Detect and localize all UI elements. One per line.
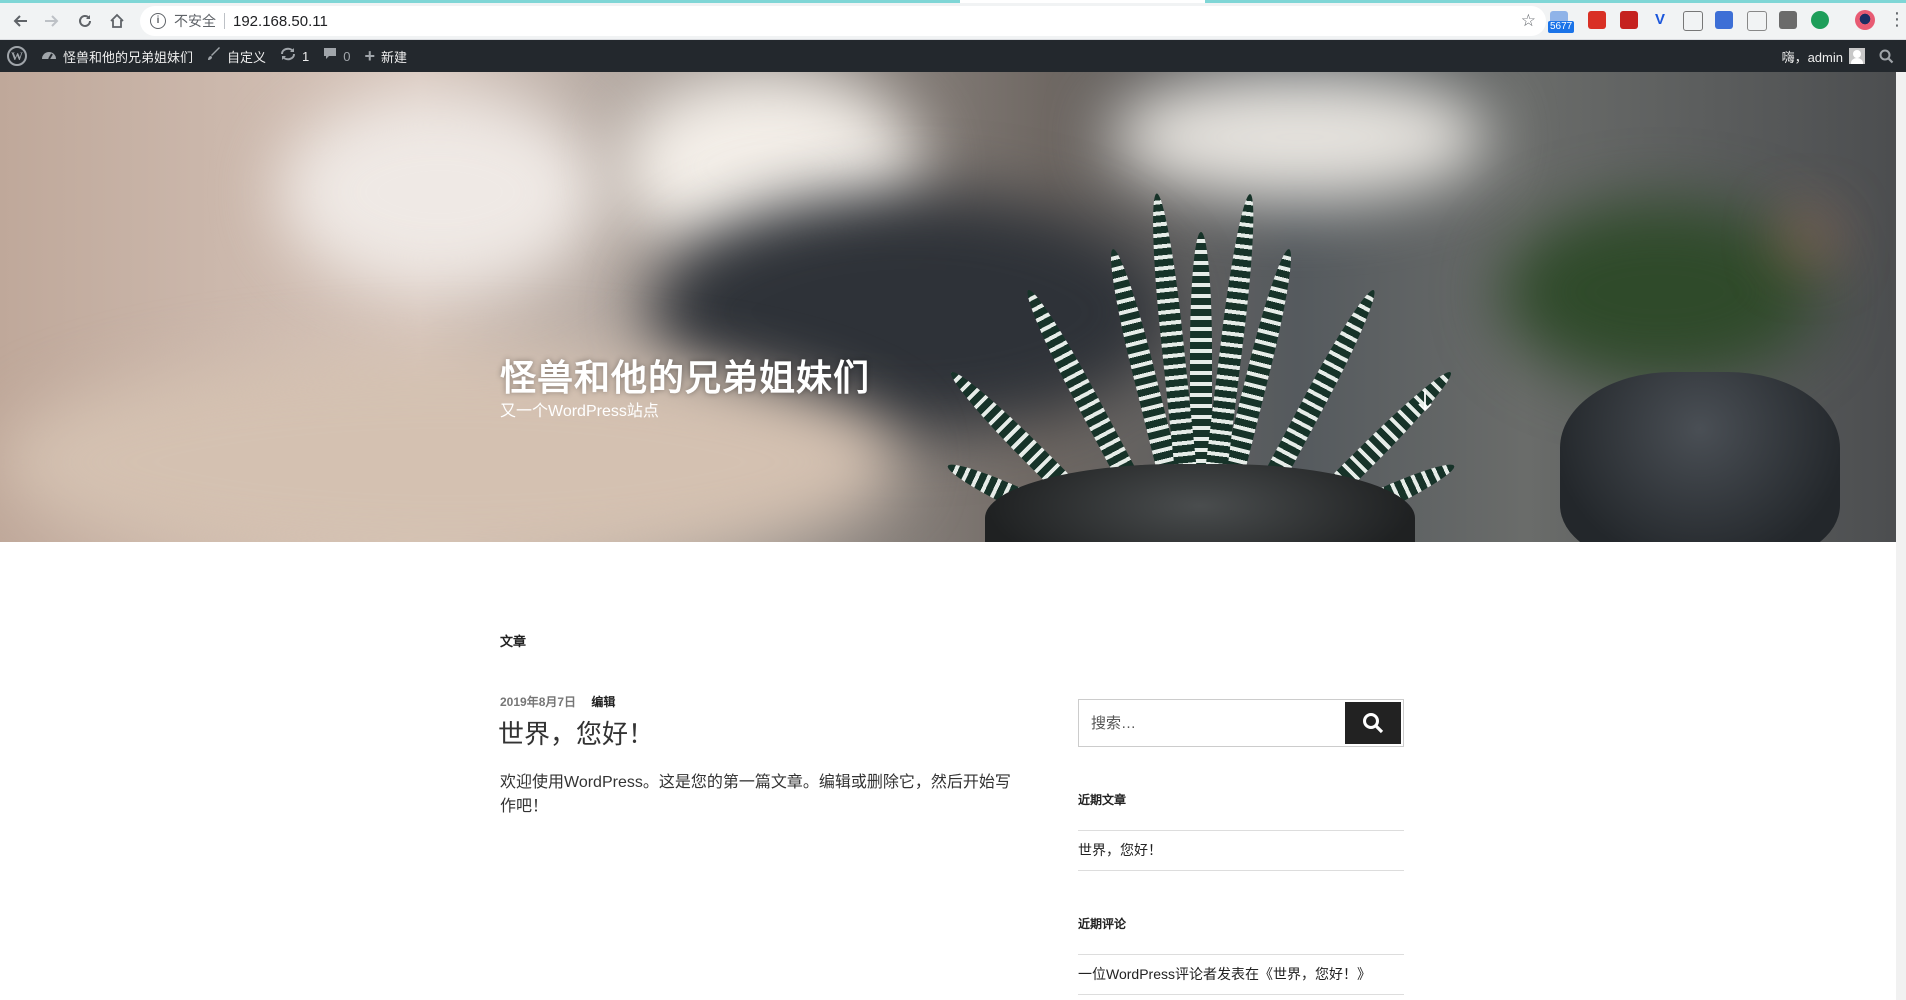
active-tab-indicator <box>960 0 1205 3</box>
background-light-blur <box>1790 222 1824 256</box>
home-icon <box>110 13 124 28</box>
arrow-right-icon <box>45 15 59 27</box>
search-icon <box>1879 49 1894 63</box>
recent-posts-list: 世界，您好！ <box>1078 830 1404 871</box>
updates-link[interactable]: 1 <box>273 40 316 72</box>
comments-count: 0 <box>343 48 351 64</box>
customize-link[interactable]: 自定义 <box>200 40 273 72</box>
customize-label: 自定义 <box>227 49 267 65</box>
wordpress-logo-icon: W <box>7 46 27 66</box>
extension-icon[interactable] <box>1683 11 1703 31</box>
recent-comments-widget: 近期评论 一位WordPress评论者发表在《世界，您好！》 <box>1078 915 1404 995</box>
background-window-blur <box>1110 72 1490 202</box>
extension-icon[interactable] <box>1811 11 1829 29</box>
back-button[interactable] <box>9 10 31 32</box>
extension-icon[interactable] <box>1588 11 1606 29</box>
extension-badge: 5677 <box>1548 21 1575 33</box>
extension-icon[interactable] <box>1715 11 1733 29</box>
updates-count: 1 <box>302 48 310 64</box>
site-tagline: 又一个WordPress站点 <box>500 403 659 420</box>
browser-toolbar: i 不安全 192.168.50.11 ☆ 5677 V ⋮ <box>0 0 1906 40</box>
comment-bubble-icon <box>323 47 337 65</box>
scroll-down-button[interactable] <box>1418 390 1432 418</box>
address-bar[interactable]: i 不安全 192.168.50.11 ☆ <box>140 6 1546 36</box>
security-status: 不安全 <box>174 13 216 29</box>
post-meta: 2019年8月7日 编辑 <box>500 693 615 710</box>
background-window-blur <box>280 92 600 292</box>
home-button[interactable] <box>106 10 128 32</box>
forward-button[interactable] <box>41 10 63 32</box>
updates-icon <box>280 47 296 65</box>
search-icon <box>1363 713 1384 734</box>
brush-icon <box>207 47 221 65</box>
site-name-label: 怪兽和他的兄弟姐妹们 <box>63 49 194 65</box>
download-icon[interactable] <box>1779 11 1797 29</box>
bookmark-star-icon[interactable]: ☆ <box>1521 11 1536 31</box>
arrow-left-icon <box>13 15 27 27</box>
reload-icon <box>79 14 91 27</box>
post-title[interactable]: 世界，您好！ <box>498 714 654 751</box>
plus-icon: + <box>364 45 376 66</box>
search-submit-button[interactable] <box>1345 702 1401 744</box>
arrow-down-icon <box>1418 391 1432 412</box>
profile-avatar[interactable] <box>1855 10 1875 30</box>
url-text[interactable]: 192.168.50.11 <box>233 13 328 30</box>
recent-comments-list: 一位WordPress评论者发表在《世界，您好！》 <box>1078 954 1404 995</box>
sidebar: 近期文章 世界，您好！ 近期评论 一位WordPress评论者发表在《世界，您好… <box>1078 699 1404 995</box>
background-pot <box>1560 372 1840 542</box>
page-title: 文章 <box>500 634 527 649</box>
recent-post-item[interactable]: 世界，您好！ <box>1078 831 1404 871</box>
recent-comments-title: 近期评论 <box>1078 917 1127 931</box>
divider <box>224 13 225 29</box>
recent-posts-title: 近期文章 <box>1078 793 1127 807</box>
user-avatar-icon <box>1849 48 1865 64</box>
edit-post-link[interactable]: 编辑 <box>591 695 615 709</box>
wp-admin-bar: W 怪兽和他的兄弟姐妹们 自定义 1 0 + 新建 嗨，admin <box>0 40 1906 72</box>
site-name-menu[interactable]: 怪兽和他的兄弟姐妹们 <box>34 40 200 72</box>
extension-icon[interactable] <box>1620 11 1638 29</box>
tab-strip <box>0 0 1906 3</box>
info-icon[interactable]: i <box>150 13 166 29</box>
my-account-menu[interactable]: 嗨，admin <box>1775 40 1872 72</box>
reload-button[interactable] <box>74 10 96 32</box>
post-date[interactable]: 2019年8月7日 <box>500 695 576 709</box>
greeting-label: 嗨，admin <box>1781 49 1843 65</box>
new-content-menu[interactable]: + 新建 <box>358 40 415 72</box>
search-form <box>1078 699 1404 747</box>
admin-bar-right: 嗨，admin <box>1775 40 1906 72</box>
recent-posts-widget: 近期文章 世界，您好！ <box>1078 791 1404 871</box>
post-excerpt: 欢迎使用WordPress。这是您的第一篇文章。编辑或删除它，然后开始写作吧！ <box>500 774 1011 815</box>
wp-logo-menu[interactable]: W <box>0 40 34 72</box>
extension-v-icon[interactable]: V <box>1651 11 1669 29</box>
dashboard-icon <box>41 47 57 65</box>
background-plant-blur <box>1500 202 1820 382</box>
custom-header-image: 怪兽和他的兄弟姐妹们 又一个WordPress站点 <box>0 72 1906 542</box>
recent-comment-item[interactable]: 一位WordPress评论者发表在《世界，您好！》 <box>1078 955 1404 995</box>
menu-icon[interactable]: ⋮ <box>1888 8 1906 30</box>
page-scrollbar[interactable] <box>1896 72 1906 1000</box>
admin-search[interactable] <box>1872 40 1906 72</box>
new-label: 新建 <box>381 49 408 65</box>
comments-link[interactable]: 0 <box>316 40 357 72</box>
search-input[interactable] <box>1079 700 1343 746</box>
extension-icon[interactable] <box>1747 11 1767 31</box>
site-title[interactable]: 怪兽和他的兄弟姐妹们 <box>500 349 870 401</box>
